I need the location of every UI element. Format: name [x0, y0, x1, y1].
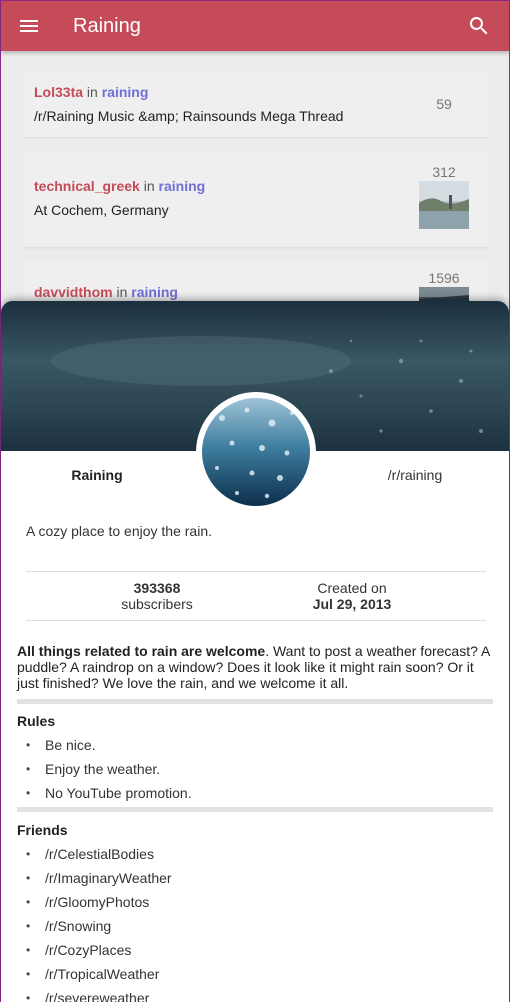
rule-text: Enjoy the weather. [45, 761, 161, 777]
app-bar: Raining [1, 1, 509, 51]
menu-icon [20, 20, 38, 32]
post-meta: davvidthom in raining [34, 284, 178, 300]
rules-title: Rules [17, 713, 56, 729]
raindrops-avatar-image [202, 398, 310, 506]
bullet: • [26, 786, 31, 800]
post-card[interactable]: Lol33ta in raining /r/Raining Music &amp… [23, 71, 489, 137]
app-title: Raining [73, 14, 141, 37]
post-in-label: in [143, 178, 155, 194]
bullet: • [26, 895, 31, 909]
friend-item[interactable]: • /r/GloomyPhotos [17, 890, 493, 914]
friend-item[interactable]: • /r/Snowing [17, 914, 493, 938]
post-card[interactable]: technical_greek in raining At Cochem, Ge… [23, 151, 489, 247]
friend-link[interactable]: /r/CelestialBodies [45, 846, 154, 862]
subreddit-path: /r/raining [387, 467, 443, 483]
friend-link[interactable]: /r/CozyPlaces [45, 942, 131, 958]
subscribers-count: 393368 [133, 580, 181, 596]
subreddit-description: All things related to rain are welcome. … [17, 643, 493, 691]
description-bold: All things related to rain are welcome [17, 643, 266, 659]
post-score: 1596 [428, 270, 460, 286]
subscribers-stat: 393368 subscribers [57, 580, 257, 612]
bullet: • [26, 738, 31, 752]
post-subreddit[interactable]: raining [159, 178, 206, 194]
friend-item[interactable]: • /r/CozyPlaces [17, 938, 493, 962]
rules-list: • Be nice. • Enjoy the weather. • No YouTub… [17, 733, 493, 805]
friend-link[interactable]: /r/severeweather [45, 990, 149, 1002]
subreddit-info-sheet: Raining /r/raining A cozy place to enjoy… [1, 301, 509, 1002]
post-title[interactable]: At Cochem, Germany [34, 202, 169, 218]
post-meta: technical_greek in raining [34, 178, 205, 194]
bullet: • [26, 919, 31, 933]
post-subreddit[interactable]: raining [102, 84, 149, 100]
rule-item: • Be nice. [17, 733, 493, 757]
created-label: Created on [317, 580, 387, 596]
friend-item[interactable]: • /r/severeweather [17, 986, 493, 1002]
bullet: • [26, 762, 31, 776]
rule-item: • Enjoy the weather. [17, 757, 493, 781]
post-thumbnail[interactable] [419, 181, 469, 229]
post-author[interactable]: Lol33ta [34, 84, 83, 100]
friends-list: • /r/CelestialBodies • /r/ImaginaryWeather… [17, 842, 493, 1002]
subreddit-avatar [196, 392, 316, 512]
subreddit-stats: 393368 subscribers Created on Jul 29, 20… [26, 571, 486, 621]
friend-link[interactable]: /r/TropicalWeather [45, 966, 159, 982]
bullet: • [26, 967, 31, 981]
friend-item[interactable]: • /r/TropicalWeather [17, 962, 493, 986]
friends-title: Friends [17, 822, 68, 838]
rule-item: • No YouTube promotion. [17, 781, 493, 805]
bullet: • [26, 871, 31, 885]
created-stat: Created on Jul 29, 2013 [252, 580, 452, 612]
post-subreddit[interactable]: raining [131, 284, 178, 300]
section-divider [17, 699, 493, 704]
friend-link[interactable]: /r/ImaginaryWeather [45, 870, 172, 886]
bullet: • [26, 943, 31, 957]
menu-button[interactable] [1, 1, 57, 51]
friend-item[interactable]: • /r/ImaginaryWeather [17, 866, 493, 890]
post-meta: Lol33ta in raining [34, 84, 148, 100]
subreddit-tagline: A cozy place to enjoy the rain. [26, 523, 212, 539]
subscribers-label: subscribers [121, 596, 193, 612]
rule-text: Be nice. [45, 737, 96, 753]
rule-text: No YouTube promotion. [45, 785, 192, 801]
search-button[interactable] [449, 1, 509, 51]
bullet: • [26, 847, 31, 861]
post-score: 59 [436, 96, 452, 112]
friend-link[interactable]: /r/GloomyPhotos [45, 894, 149, 910]
post-title[interactable]: /r/Raining Music &amp; Rainsounds Mega T… [34, 108, 343, 124]
created-date: Jul 29, 2013 [312, 596, 392, 612]
section-divider [17, 807, 493, 812]
subreddit-name: Raining [71, 467, 123, 483]
post-author[interactable]: technical_greek [34, 178, 140, 194]
post-in-label: in [116, 284, 128, 300]
post-score: 312 [432, 164, 456, 180]
friend-link[interactable]: /r/Snowing [45, 918, 111, 934]
bullet: • [26, 991, 31, 1002]
post-author[interactable]: davvidthom [34, 284, 113, 300]
friend-item[interactable]: • /r/CelestialBodies [17, 842, 493, 866]
post-in-label: in [86, 84, 98, 100]
search-icon [469, 17, 488, 35]
